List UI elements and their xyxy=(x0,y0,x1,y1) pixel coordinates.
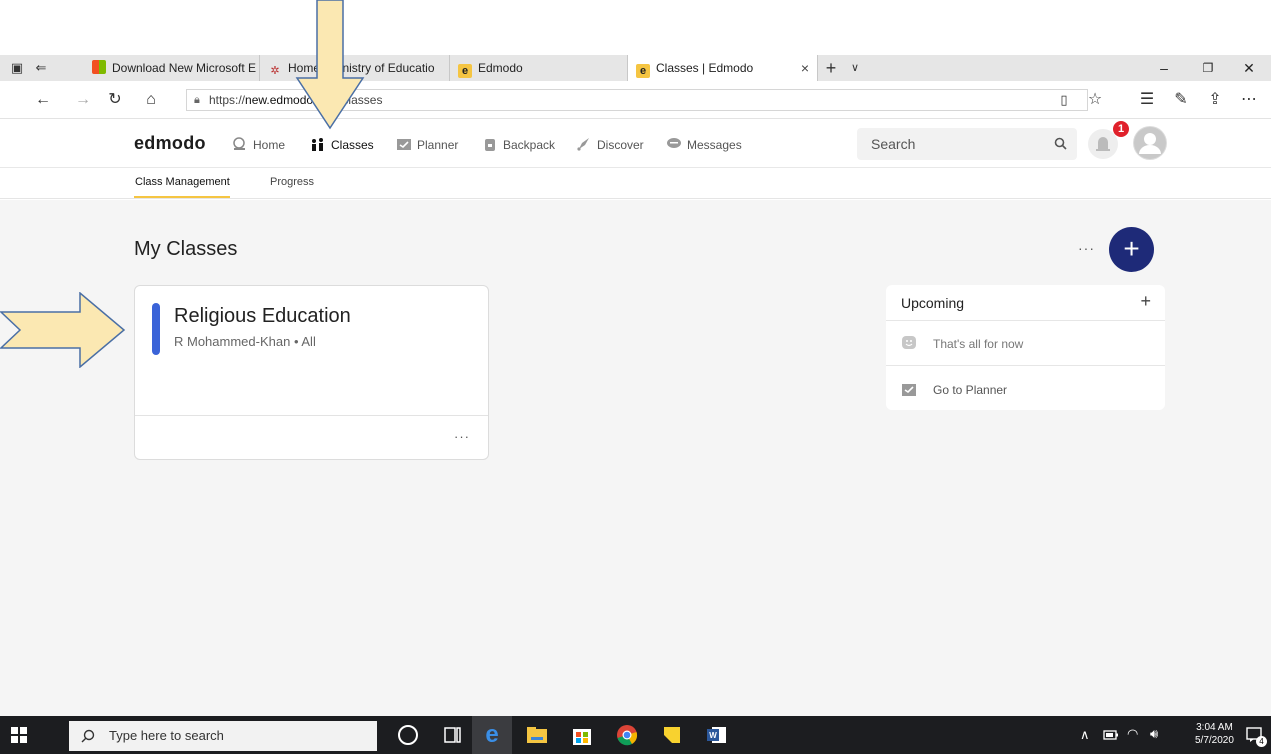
edge-icon[interactable]: e xyxy=(478,721,506,749)
search-icon[interactable] xyxy=(1054,137,1067,150)
back-icon[interactable]: ← xyxy=(32,90,54,110)
class-title[interactable]: Religious Education xyxy=(174,305,351,328)
right-arrow-annotation xyxy=(0,292,126,368)
upcoming-panel: Upcoming + That's all for now Go to Plan… xyxy=(886,285,1165,410)
nav-planner[interactable]: Planner xyxy=(396,136,458,154)
smiley-bubble-icon xyxy=(902,336,916,349)
reading-view-icon[interactable]: ▯ xyxy=(1053,90,1075,110)
add-class-button[interactable]: + xyxy=(1109,227,1154,272)
sub-navigation: Class Management Progress xyxy=(0,169,1271,199)
word-icon[interactable]: W xyxy=(703,721,731,749)
page-title: My Classes xyxy=(134,238,238,260)
tab-class-management[interactable]: Class Management xyxy=(135,176,230,188)
wifi-icon[interactable]: ◠ xyxy=(1127,726,1138,742)
backpack-icon xyxy=(485,139,495,151)
planner-icon xyxy=(397,139,411,150)
nav-backpack[interactable]: Backpack xyxy=(482,136,555,154)
store-icon[interactable] xyxy=(568,721,596,749)
more-options-button[interactable]: ··· xyxy=(1078,240,1095,256)
pen-icon[interactable]: ✎ xyxy=(1170,90,1192,110)
cortana-icon[interactable] xyxy=(398,725,418,745)
go-to-planner-link[interactable]: Go to Planner xyxy=(933,383,1007,397)
search-icon xyxy=(81,729,95,743)
nav-classes[interactable]: Classes xyxy=(310,136,374,154)
home-icon xyxy=(233,137,245,150)
class-color-bar xyxy=(152,303,160,355)
show-hidden-icons[interactable]: ∧ xyxy=(1080,727,1090,743)
chrome-icon[interactable] xyxy=(613,721,641,749)
browser-tab-strip: ▣ ⇐ Download New Microsoft E ✲ Home | Min… xyxy=(0,55,1271,81)
nav-home[interactable]: Home xyxy=(232,136,285,154)
rocket-icon xyxy=(577,138,589,151)
set-aside-tabs-icon[interactable]: ⇐ xyxy=(32,60,50,76)
share-icon[interactable]: ⇪ xyxy=(1204,90,1226,110)
sticky-notes-icon[interactable] xyxy=(658,721,686,749)
taskbar-clock[interactable]: 3:04 AM 5/7/2020 xyxy=(1195,721,1234,747)
edmodo-favicon-icon: e xyxy=(458,64,472,78)
restore-button[interactable]: ❐ xyxy=(1186,55,1230,81)
main-content: My Classes ··· + Religious Education R M… xyxy=(0,200,1271,716)
file-explorer-icon[interactable] xyxy=(523,721,551,749)
notification-badge: 1 xyxy=(1113,121,1129,137)
active-tab-indicator xyxy=(134,196,230,198)
tab-list-button[interactable]: ∨ xyxy=(846,60,864,76)
user-avatar-icon xyxy=(1134,127,1166,159)
edmodo-logo[interactable]: edmodo xyxy=(134,133,206,154)
class-subtitle: R Mohammed-Khan • All xyxy=(174,334,316,349)
windows-start-icon[interactable] xyxy=(11,727,27,743)
divider xyxy=(886,365,1165,366)
favorites-list-icon[interactable]: ☰ xyxy=(1136,90,1158,110)
task-view-icon[interactable] xyxy=(444,726,462,744)
planner-icon xyxy=(902,384,916,396)
classes-icon xyxy=(312,138,323,151)
crest-icon: ✲ xyxy=(270,65,280,77)
avatar[interactable] xyxy=(1133,126,1167,160)
divider xyxy=(886,320,1165,321)
lock-icon: 🔒︎ xyxy=(194,94,200,106)
close-window-button[interactable]: ✕ xyxy=(1227,55,1271,81)
windows-taskbar: Type here to search e W ∧ ◠ 🔊︎ 3:04 AM 5… xyxy=(0,716,1271,754)
taskbar-search-input[interactable]: Type here to search xyxy=(69,721,377,751)
upcoming-empty-text: That's all for now xyxy=(933,337,1024,351)
forward-icon[interactable]: → xyxy=(72,90,94,110)
edmodo-header: edmodo Home Classes Planner Backpack Dis… xyxy=(0,120,1271,168)
tab-actions-icon[interactable]: ▣ xyxy=(8,60,26,76)
battery-icon[interactable] xyxy=(1103,728,1119,742)
microsoft-logo-icon xyxy=(92,60,106,74)
edmodo-favicon-icon: e xyxy=(636,64,650,78)
minimize-button[interactable]: – xyxy=(1142,55,1186,81)
favorite-star-icon[interactable]: ☆ xyxy=(1084,90,1106,110)
close-tab-icon[interactable]: × xyxy=(801,55,809,81)
tab-progress[interactable]: Progress xyxy=(270,176,314,188)
nav-discover[interactable]: Discover xyxy=(576,136,644,154)
tab-edmodo[interactable]: e Edmodo xyxy=(450,55,628,81)
new-tab-button[interactable]: + xyxy=(822,59,840,77)
card-divider xyxy=(135,415,488,416)
refresh-icon[interactable]: ↻ xyxy=(104,90,126,110)
upcoming-title: Upcoming xyxy=(901,295,965,311)
add-upcoming-button[interactable]: + xyxy=(1140,291,1151,312)
browser-menu-icon[interactable]: ⋯ xyxy=(1238,90,1260,110)
class-options-button[interactable]: ··· xyxy=(454,429,470,444)
down-arrow-annotation xyxy=(295,0,365,130)
class-card[interactable]: Religious Education R Mohammed-Khan • Al… xyxy=(134,285,489,460)
messages-icon xyxy=(667,138,681,148)
svg-text:W: W xyxy=(709,731,717,740)
notification-count-badge: 4 xyxy=(1256,736,1267,747)
nav-messages[interactable]: Messages xyxy=(666,136,742,154)
search-input[interactable]: Search xyxy=(857,128,1077,160)
tab-classes-edmodo[interactable]: e Classes | Edmodo × xyxy=(628,55,818,81)
home-icon[interactable]: ⌂ xyxy=(140,90,162,110)
address-bar-row: ← → ↻ ⌂ 🔒︎ https://new.edmodo.com/classes… xyxy=(0,81,1271,119)
tab-download-microsoft[interactable]: Download New Microsoft E xyxy=(84,55,260,81)
volume-icon[interactable]: 🔊︎ xyxy=(1150,726,1158,742)
